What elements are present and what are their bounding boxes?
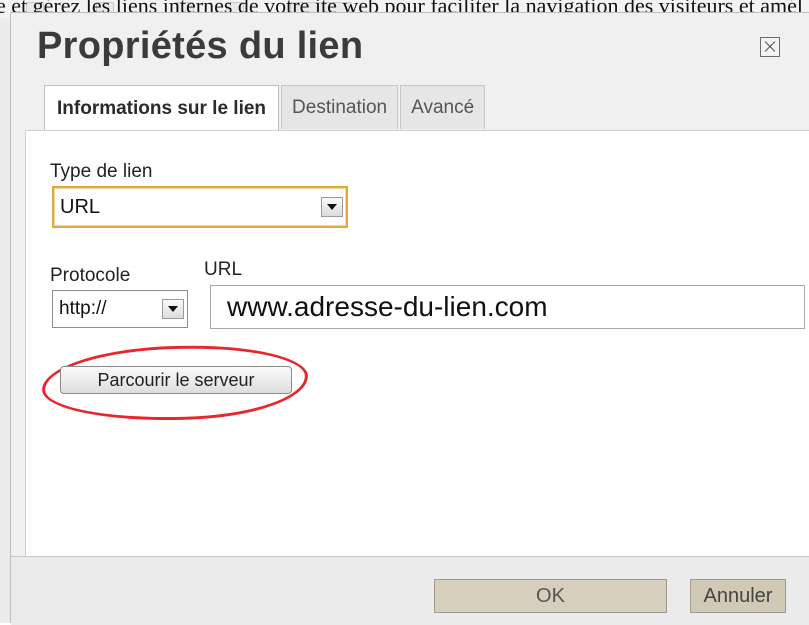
tab-link-info[interactable]: Informations sur le lien: [44, 85, 280, 131]
protocol-select[interactable]: http://: [52, 290, 188, 328]
dialog-footer: OK Annuler: [11, 556, 809, 625]
cancel-button[interactable]: Annuler: [690, 579, 786, 613]
link-type-select[interactable]: URL: [52, 186, 348, 228]
url-label: URL: [204, 259, 243, 280]
tab-destination[interactable]: Destination: [281, 85, 399, 129]
browse-server-button[interactable]: Parcourir le serveur: [60, 366, 292, 394]
link-type-label: Type de lien: [50, 161, 153, 182]
ok-button[interactable]: OK: [434, 579, 667, 613]
chevron-down-icon: [168, 306, 178, 312]
protocol-label: Protocole: [50, 265, 131, 286]
tab-advanced[interactable]: Avancé: [400, 85, 486, 129]
protocol-value: http://: [59, 298, 107, 319]
dropdown-button[interactable]: [321, 197, 343, 217]
dropdown-button[interactable]: [162, 299, 184, 319]
background-page-edge: [0, 18, 10, 623]
url-input[interactable]: www.adresse-du-lien.com: [210, 285, 805, 329]
close-icon[interactable]: [760, 37, 780, 57]
dialog-tabs: Informations sur le lien Destination Ava…: [44, 85, 487, 131]
dialog-title: Propriétés du lien: [37, 25, 364, 67]
chevron-down-icon: [327, 204, 337, 210]
link-info-panel: Type de lien URL Protocole URL http:// w…: [25, 130, 809, 556]
link-properties-dialog: Propriétés du lien Informations sur le l…: [10, 12, 809, 625]
link-type-value: URL: [60, 196, 101, 218]
